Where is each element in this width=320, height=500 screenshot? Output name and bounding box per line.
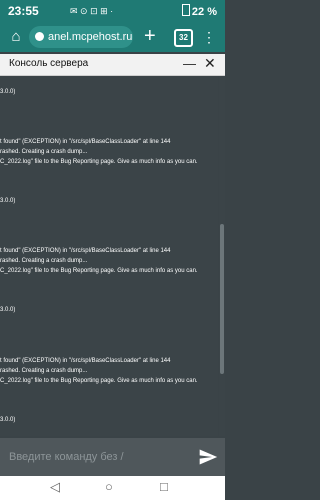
close-button[interactable]: ✕ <box>204 55 216 72</box>
tab-switcher-button[interactable]: 32 <box>174 29 193 47</box>
console-line: 3.0.0) <box>0 198 16 204</box>
home-nav-icon[interactable]: ○ <box>105 479 113 494</box>
status-icons: ✉ ⊙ ⊡ ⊞ · <box>70 6 114 16</box>
command-input[interactable] <box>0 438 199 476</box>
system-nav-bar: ◁ ○ □ <box>0 476 225 500</box>
console-output: 3.0.0) t found" (EXCEPTION) in "/src/spl… <box>0 76 218 436</box>
status-bar: 23:55 ✉ ⊙ ⊡ ⊞ · 22 % <box>0 0 225 22</box>
console-line: 3.0.0) <box>0 417 16 423</box>
address-bar[interactable]: anel.mcpehost.ru <box>29 26 133 48</box>
battery-icon <box>181 4 190 16</box>
command-bar <box>0 438 225 476</box>
console-line: 3.0.0) <box>0 307 16 313</box>
console-line: C_2022.log" file to the Bug Reporting pa… <box>0 378 198 384</box>
lock-icon <box>35 32 44 41</box>
console-line: 3.0.0) <box>0 89 16 95</box>
new-tab-button[interactable]: + <box>144 25 156 47</box>
recents-icon[interactable]: □ <box>160 479 168 494</box>
battery-indicator: 22 % <box>181 4 217 18</box>
console-line: rashed. Creating a crash dump... <box>0 258 88 264</box>
console-line: C_2022.log" file to the Bug Reporting pa… <box>0 159 198 165</box>
minimize-button[interactable]: — <box>183 56 196 71</box>
console-line: C_2022.log" file to the Bug Reporting pa… <box>0 268 198 274</box>
menu-icon[interactable]: ⋮ <box>202 28 216 46</box>
console-line: rashed. Creating a crash dump... <box>0 368 88 374</box>
console-scrollbar[interactable] <box>219 76 225 436</box>
console-line: t found" (EXCEPTION) in "/src/spl/BaseCl… <box>0 248 171 254</box>
status-time: 23:55 <box>8 4 39 18</box>
back-icon[interactable]: ◁ <box>50 479 60 495</box>
address-text: anel.mcpehost.ru <box>48 31 133 43</box>
home-icon[interactable]: ⌂ <box>7 28 25 46</box>
console-header: Консоль сервера — ✕ <box>0 54 225 76</box>
scrollbar-thumb[interactable] <box>220 224 224 374</box>
send-icon[interactable] <box>198 447 218 467</box>
battery-level: 22 % <box>191 6 217 18</box>
browser-toolbar: ⌂ anel.mcpehost.ru + 32 ⋮ <box>0 22 225 52</box>
console-line: t found" (EXCEPTION) in "/src/spl/BaseCl… <box>0 358 171 364</box>
console-line: t found" (EXCEPTION) in "/src/spl/BaseCl… <box>0 139 171 145</box>
console-line: rashed. Creating a crash dump... <box>0 149 88 155</box>
page-title: Консоль сервера <box>9 58 89 69</box>
